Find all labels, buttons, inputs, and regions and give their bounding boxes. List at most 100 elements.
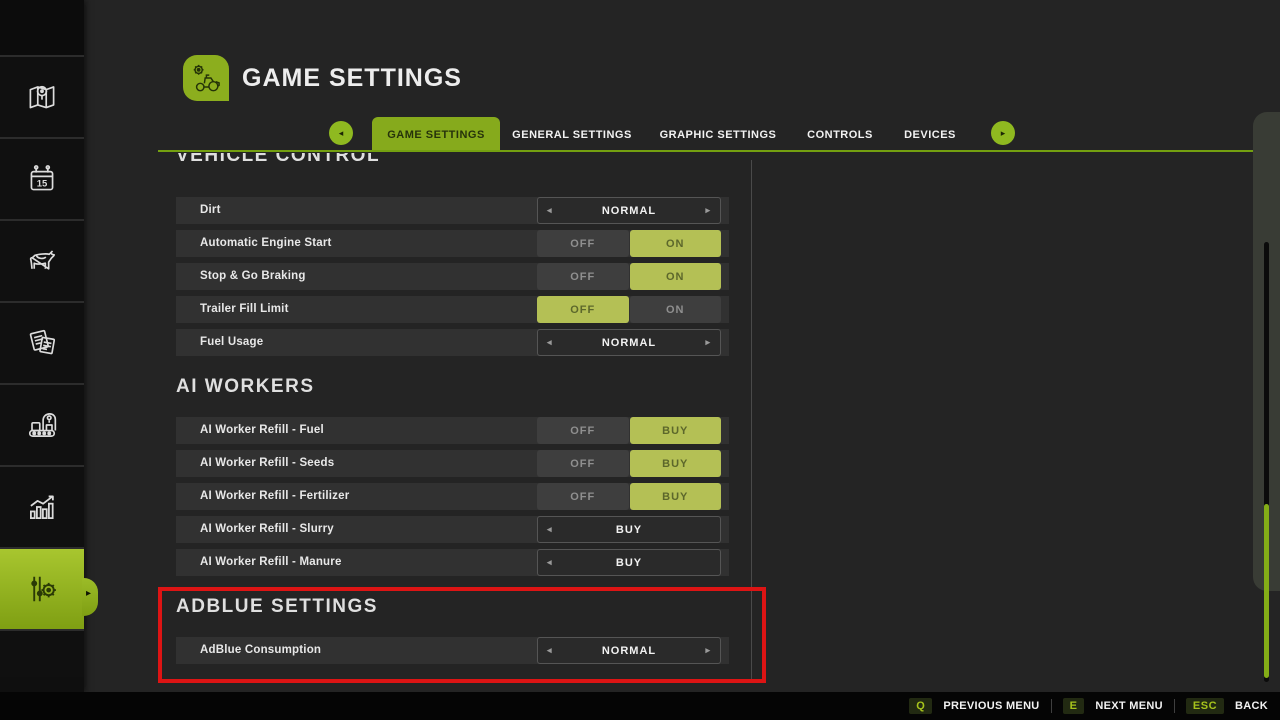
selector-value: NORMAL (601, 204, 657, 217)
toggle-option-off[interactable]: OFF (537, 263, 629, 290)
selector-prev-icon[interactable]: ◂ (547, 638, 553, 663)
map-icon (23, 78, 61, 116)
tractor-gear-icon (193, 64, 220, 92)
section-title-clip: VEHICLE CONTROL (176, 153, 576, 178)
selector-prev-icon[interactable]: ◂ (547, 550, 553, 575)
hint-label: NEXT MENU (1095, 700, 1163, 712)
toggle-option-on[interactable]: ON (629, 230, 721, 257)
sidebar-spacer (0, 0, 84, 55)
game-settings-app-icon (183, 55, 229, 101)
setting-row: AdBlue Consumption ◂ NORMAL ▸ (176, 637, 729, 664)
page-title: GAME SETTINGS (242, 64, 462, 92)
tab-graphic-settings[interactable]: GRAPHIC SETTINGS (654, 117, 782, 152)
sidebar: 15 (0, 0, 84, 692)
keycap-q: Q (909, 698, 933, 714)
tab-underline (158, 150, 1280, 152)
page-scrollbar (1253, 112, 1280, 682)
setting-row: Stop & Go Braking OFF ON (176, 263, 729, 290)
footer-hint-bar: Q PREVIOUS MENU E NEXT MENU ESC BACK (0, 692, 1280, 720)
setting-label: Dirt (200, 204, 221, 216)
sidebar-item-animals[interactable] (0, 219, 84, 301)
toggle-group: OFF ON (537, 296, 721, 323)
toggle-group: OFF ON (537, 230, 721, 257)
hint-separator (1050, 699, 1052, 713)
tabs-next-button[interactable]: ▸ (991, 121, 1015, 145)
toggle-option-off[interactable]: OFF (537, 483, 629, 510)
production-icon (22, 405, 62, 445)
setting-label: AI Worker Refill - Manure (200, 556, 342, 568)
tab-controls[interactable]: CONTROLS (790, 117, 890, 152)
settings-icon (22, 569, 62, 609)
setting-label: AI Worker Refill - Fuel (200, 424, 324, 436)
sidebar-item-settings[interactable] (0, 547, 84, 629)
toggle-option-off[interactable]: OFF (537, 296, 629, 323)
setting-row: AI Worker Refill - Manure ◂ BUY (176, 549, 729, 576)
selector-value: NORMAL (601, 644, 657, 657)
selector-value: NORMAL (601, 336, 657, 349)
ai-workers-rows: AI Worker Refill - Fuel OFF BUY AI Worker R… (176, 417, 729, 576)
toggle-group: OFF BUY (537, 417, 721, 444)
toggle-group: OFF ON (537, 263, 721, 290)
toggle-option-buy[interactable]: BUY (629, 417, 721, 444)
selector-prev-icon[interactable]: ◂ (547, 517, 553, 542)
setting-row: AI Worker Refill - Seeds OFF BUY (176, 450, 729, 477)
sidebar-item-production[interactable] (0, 383, 84, 465)
game-settings-screen: 15 ▸ GAME SETTINGS ◂ GAME SETTINGS GENER… (0, 0, 1280, 720)
setting-label: Trailer Fill Limit (200, 303, 289, 315)
setting-row: Automatic Engine Start OFF ON (176, 230, 729, 257)
tabs-prev-button[interactable]: ◂ (329, 121, 353, 145)
selector-next-icon[interactable]: ▸ (705, 198, 711, 223)
setting-row: Fuel Usage ◂ NORMAL ▸ (176, 329, 729, 356)
sidebar-active-arrow-icon: ▸ (86, 588, 92, 599)
setting-row: AI Worker Refill - Fertilizer OFF BUY (176, 483, 729, 510)
content-scrollbar-track[interactable] (751, 160, 752, 680)
setting-row: Dirt ◂ NORMAL ▸ (176, 197, 729, 224)
selector-prev-icon[interactable]: ◂ (547, 198, 553, 223)
selector-prev-icon[interactable]: ◂ (547, 330, 553, 355)
setting-row: Trailer Fill Limit OFF ON (176, 296, 729, 323)
sidebar-spacer-bottom (0, 629, 84, 677)
toggle-option-off[interactable]: OFF (537, 417, 629, 444)
statistics-icon (22, 487, 62, 527)
vehicle-control-rows: Dirt ◂ NORMAL ▸ Automatic Engine Start OFF ON S… (176, 197, 729, 356)
keycap-e: E (1062, 698, 1085, 714)
setting-row: AI Worker Refill - Fuel OFF BUY (176, 417, 729, 444)
sidebar-item-contracts[interactable] (0, 301, 84, 383)
toggle-option-buy[interactable]: BUY (629, 483, 721, 510)
setting-label: AdBlue Consumption (200, 644, 322, 656)
hint-label: PREVIOUS MENU (943, 700, 1040, 712)
value-selector[interactable]: ◂ NORMAL ▸ (537, 329, 721, 356)
keycap-esc: ESC (1185, 698, 1225, 714)
tab-devices[interactable]: DEVICES (892, 117, 968, 152)
contracts-icon (22, 323, 62, 363)
setting-label: AI Worker Refill - Fertilizer (200, 490, 350, 502)
value-selector[interactable]: ◂ NORMAL ▸ (537, 197, 721, 224)
toggle-option-on[interactable]: ON (629, 296, 721, 323)
selector-value: BUY (615, 556, 643, 569)
toggle-option-on[interactable]: ON (629, 263, 721, 290)
sidebar-item-map[interactable] (0, 55, 84, 137)
setting-row: AI Worker Refill - Slurry ◂ BUY (176, 516, 729, 543)
setting-label: AI Worker Refill - Seeds (200, 457, 335, 469)
selector-next-icon[interactable]: ▸ (705, 638, 711, 663)
hint-separator (1173, 699, 1175, 713)
calendar-day: 15 (37, 178, 48, 189)
page-scrollbar-thumb[interactable] (1264, 504, 1269, 678)
selector-value: BUY (615, 523, 643, 536)
section-title-vehicle-control: VEHICLE CONTROL (176, 153, 381, 166)
selector-next-icon[interactable]: ▸ (705, 330, 711, 355)
tab-game-settings[interactable]: GAME SETTINGS (372, 117, 500, 152)
sidebar-item-calendar[interactable]: 15 (0, 137, 84, 219)
hint-label: BACK (1235, 700, 1268, 712)
value-selector[interactable]: ◂ NORMAL ▸ (537, 637, 721, 664)
value-selector[interactable]: ◂ BUY (537, 516, 721, 543)
toggle-option-buy[interactable]: BUY (629, 450, 721, 477)
value-selector[interactable]: ◂ BUY (537, 549, 721, 576)
sidebar-item-statistics[interactable] (0, 465, 84, 547)
next-arrow-icon: ▸ (1000, 127, 1006, 138)
toggle-option-off[interactable]: OFF (537, 450, 629, 477)
tab-general-settings[interactable]: GENERAL SETTINGS (508, 117, 636, 152)
toggle-option-off[interactable]: OFF (537, 230, 629, 257)
adblue-settings-rows: AdBlue Consumption ◂ NORMAL ▸ (176, 637, 729, 664)
toggle-group: OFF BUY (537, 483, 721, 510)
